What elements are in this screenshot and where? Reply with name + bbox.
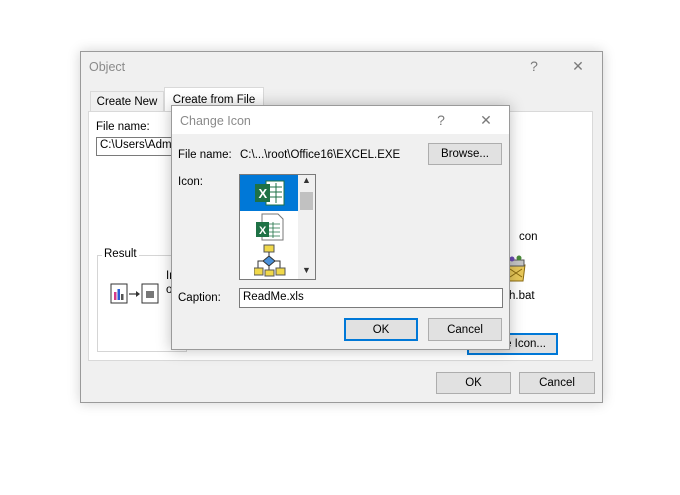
icon-label: Icon: [178, 176, 203, 188]
icon-caption: h.bat [509, 290, 535, 302]
browse-button[interactable]: Browse... [428, 143, 502, 165]
embed-object-icon [110, 282, 162, 309]
svg-text:X: X [259, 225, 267, 237]
close-icon[interactable]: ✕ [568, 58, 588, 75]
file-name-value: C:\...\root\Office16\EXCEL.EXE [240, 149, 401, 161]
icon-list[interactable]: X X ▲ ▼ [239, 174, 316, 280]
caption-label: Caption: [178, 292, 221, 304]
scroll-thumb[interactable] [300, 192, 313, 210]
display-as-icon-label: con [519, 231, 538, 243]
file-name-label: File name: [178, 149, 232, 161]
excel-xls-icon: X [255, 180, 285, 206]
help-icon[interactable]: ? [431, 112, 451, 128]
change-icon-title: Change Icon [180, 114, 251, 128]
scroll-up-icon[interactable]: ▲ [298, 175, 315, 189]
cancel-button[interactable]: Cancel [519, 372, 595, 394]
result-label: Result [102, 248, 139, 260]
icon-option-excel-selected[interactable]: X [240, 175, 298, 211]
file-name-label: File name: [96, 121, 150, 133]
icon-option-flowchart[interactable] [253, 244, 286, 279]
ok-button[interactable]: OK [436, 372, 511, 394]
tab-create-new[interactable]: Create New [90, 91, 164, 112]
icon-list-scrollbar[interactable]: ▲ ▼ [298, 175, 315, 279]
close-icon[interactable]: ✕ [476, 112, 496, 129]
caption-input[interactable]: ReadMe.xls [239, 288, 503, 308]
cancel-button[interactable]: Cancel [428, 318, 502, 341]
ok-button[interactable]: OK [344, 318, 418, 341]
change-icon-dialog: Change Icon ? ✕ File name: C:\...\root\O… [171, 105, 510, 350]
flowchart-icon [253, 244, 286, 277]
object-dialog-title: Object [89, 60, 126, 74]
scroll-down-icon[interactable]: ▼ [298, 265, 315, 279]
help-icon[interactable]: ? [524, 58, 544, 74]
icon-option-excel-sheet[interactable]: X [254, 212, 286, 245]
excel-sheet-icon: X [256, 213, 284, 241]
svg-text:X: X [259, 186, 268, 201]
